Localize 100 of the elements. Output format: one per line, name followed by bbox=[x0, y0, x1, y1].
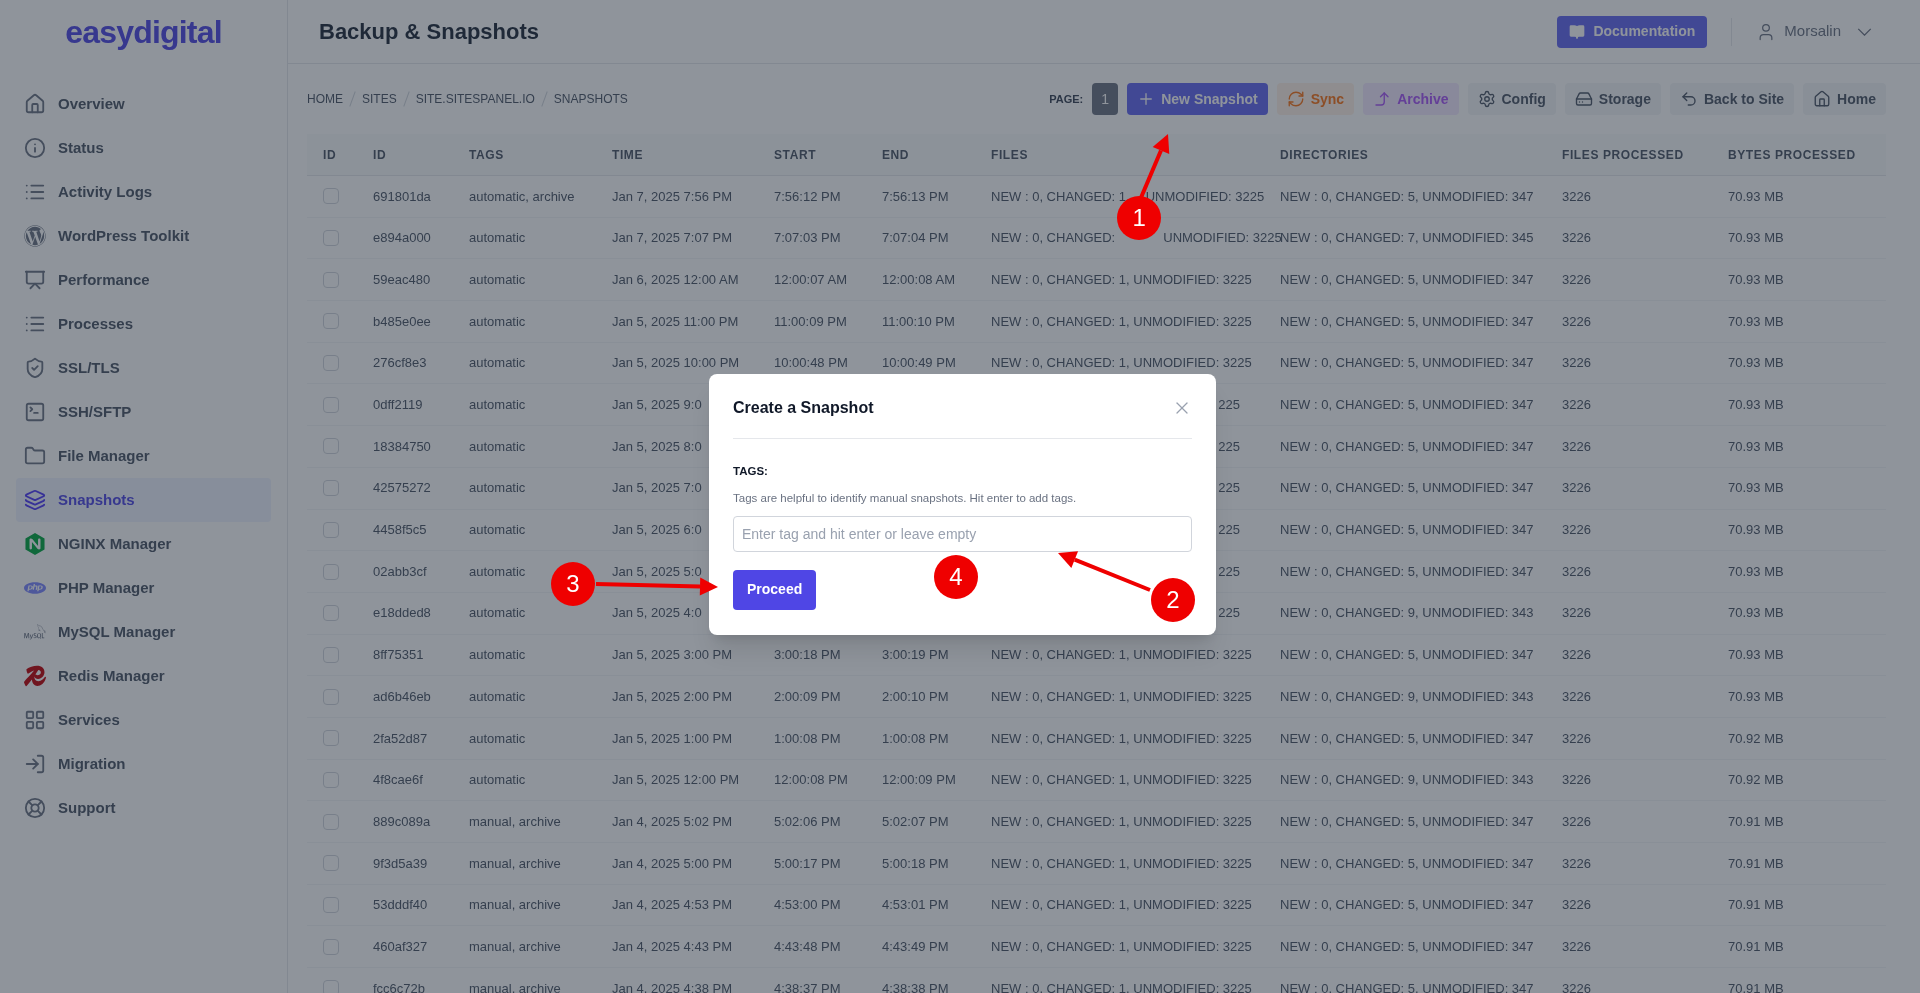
nav-item[interactable]: PHP Manager bbox=[16, 566, 271, 610]
nav-item[interactable]: NGINX Manager bbox=[16, 522, 271, 566]
table-cell: 12:00:08 PM bbox=[774, 772, 848, 788]
table-cell: 12:00:07 AM bbox=[774, 271, 847, 287]
toolbar-button[interactable]: Archive bbox=[1363, 83, 1459, 115]
table-cell-text: NEW : 0, CHANGED: 5, UNMODIFIED: 347 bbox=[1280, 812, 1534, 831]
toolbar-button[interactable]: Sync bbox=[1276, 83, 1355, 115]
dialog-title: Create a Snapshot bbox=[733, 398, 874, 418]
table-cell-text: 3226 bbox=[1562, 812, 1591, 831]
table-cell-text: 70.93 MB bbox=[1728, 521, 1784, 540]
table-cell-text: 0dff2119 bbox=[373, 396, 423, 415]
nav-item[interactable]: Migration bbox=[16, 742, 271, 786]
nav-item[interactable]: Activity Logs bbox=[16, 170, 271, 214]
table-cell-text: NEW : 0, CHANGED: 5, UNMODIFIED: 347 bbox=[1280, 937, 1534, 956]
table-cell-text: 8ff75351 bbox=[373, 646, 424, 665]
nav-item[interactable]: Status bbox=[16, 126, 271, 170]
nav-item[interactable]: SSH/SFTP bbox=[16, 390, 271, 434]
nav-item[interactable]: Redis Manager bbox=[16, 654, 271, 698]
table-cell-text: 59eac480 bbox=[373, 270, 431, 289]
toolbar-button[interactable]: Storage bbox=[1564, 83, 1661, 115]
nav-item[interactable]: Overview bbox=[16, 82, 271, 126]
table-cell-text: automatic bbox=[469, 687, 526, 706]
nav-item[interactable]: SSL/TLS bbox=[16, 346, 271, 390]
tag-input[interactable]: Enter tag and hit enter or leave empty bbox=[733, 515, 1192, 552]
nav-item[interactable]: Support bbox=[16, 786, 271, 830]
proceed-button[interactable]: Proceed bbox=[733, 569, 817, 610]
table-cell-text: automatic bbox=[469, 646, 526, 665]
table-cell-text: Jan 6, 2025 12:00 AM bbox=[612, 270, 739, 289]
shield-icon bbox=[24, 357, 46, 379]
table-cell-text: 70.93 MB bbox=[1728, 354, 1784, 373]
table-cell-text: Jan 5, 2025 5:0 bbox=[612, 562, 702, 581]
page-title: Backup & Snapshots bbox=[319, 18, 540, 46]
toolbar-button[interactable]: Config bbox=[1467, 83, 1556, 115]
table-cell-text: NEW : 0, CHANGED: 5, UNMODIFIED: 347 bbox=[1280, 396, 1534, 415]
table-cell-text: Jan 4, 2025 4:53 PM bbox=[612, 896, 732, 915]
table-cell-text: automatic bbox=[469, 479, 526, 498]
user-menu[interactable]: Morsalin bbox=[1756, 20, 1872, 43]
nav-item[interactable]: Snapshots bbox=[16, 478, 271, 522]
nav-item[interactable]: Processes bbox=[16, 302, 271, 346]
table-cell-text: 3226 bbox=[1562, 562, 1591, 581]
table-cell: 3:00:19 PM bbox=[882, 647, 949, 663]
enter-icon bbox=[24, 753, 46, 775]
table-cell-text: 70.93 MB bbox=[1728, 479, 1784, 498]
nav-item[interactable]: File Manager bbox=[16, 434, 271, 478]
table-cell-text: 3226 bbox=[1562, 646, 1591, 665]
hexagon-n-icon bbox=[24, 533, 46, 555]
table-cell-text: NEW : 0, CHANGED: 1, UNMODIFIED: 3225 bbox=[991, 729, 1252, 748]
table-cell-text: 70.93 MB bbox=[1728, 562, 1784, 581]
table-cell-text: NEW : 0, CHANGED: 5, UNMODIFIED: 347 bbox=[1280, 854, 1534, 873]
table-cell-text: 70.93 MB bbox=[1728, 312, 1784, 331]
table-cell-text: automatic, archive bbox=[469, 187, 575, 206]
nav-item[interactable]: WordPress Toolkit bbox=[16, 214, 271, 258]
page-number: 1 bbox=[1092, 83, 1119, 115]
table-cell-text: 691801da bbox=[373, 187, 431, 206]
table-cell-text: NEW : 0, CHANGED: 5, UNMODIFIED: 347 bbox=[1280, 521, 1534, 540]
documentation-button[interactable]: Documentation bbox=[1557, 15, 1708, 48]
table-cell-text: Jan 5, 2025 3:00 PM bbox=[612, 646, 732, 665]
table-cell-text: 70.93 MB bbox=[1728, 437, 1784, 456]
table-cell-text: 70.92 MB bbox=[1728, 771, 1784, 790]
table-cell-text: Jan 4, 2025 4:43 PM bbox=[612, 937, 732, 956]
step-number-marker: 3 bbox=[551, 562, 595, 606]
table-cell-text: e894a000 bbox=[373, 229, 431, 248]
table-cell-text: 70.92 MB bbox=[1728, 729, 1784, 748]
table-cell: 10:00:48 PM bbox=[774, 355, 848, 371]
table-cell-text: NEW : 0, CHANGED: 5, UNMODIFIED: 347 bbox=[1280, 187, 1534, 206]
table-cell-text: NEW : 0, CHANGED: 5, UNMODIFIED: 347 bbox=[1280, 479, 1534, 498]
toolbar-button[interactable]: Back to Site bbox=[1669, 83, 1795, 115]
refresh-icon bbox=[1286, 90, 1305, 108]
breadcrumb-link[interactable]: SNAPSHOTS bbox=[553, 90, 628, 108]
table-cell-text: 4f8cae6f bbox=[373, 771, 423, 790]
breadcrumb-link[interactable]: SITES bbox=[362, 90, 397, 108]
column-header: TAGS bbox=[469, 146, 505, 164]
table-cell-text: NEW : 0, CHANGED: 1, UNMODIFIED: 3225 bbox=[991, 771, 1252, 790]
breadcrumb-link[interactable]: SITE.SITESPANEL.IO bbox=[415, 90, 535, 108]
nav-item[interactable]: Performance bbox=[16, 258, 271, 302]
breadcrumb-link[interactable]: HOME bbox=[307, 90, 343, 108]
nav-item[interactable]: Services bbox=[16, 698, 271, 742]
table-cell-text: automatic bbox=[469, 229, 526, 248]
arrow-up-icon bbox=[1373, 90, 1392, 108]
table-cell-text: Jan 4, 2025 5:00 PM bbox=[612, 854, 732, 873]
table-cell-text: 3226 bbox=[1562, 604, 1591, 623]
folder-icon bbox=[24, 445, 46, 467]
table-cell-text: Jan 5, 2025 7:0 bbox=[612, 479, 702, 498]
toolbar-button[interactable]: Home bbox=[1803, 83, 1886, 115]
table-cell-text: manual, archive bbox=[469, 812, 561, 831]
table-cell-text: automatic bbox=[469, 562, 526, 581]
toolbar-button[interactable]: New Snapshot bbox=[1127, 83, 1268, 115]
table-cell-text: 9f3d5a39 bbox=[373, 854, 428, 873]
nav-item[interactable]: MySQL Manager bbox=[16, 610, 271, 654]
column-header: ID bbox=[373, 146, 388, 164]
table-cell: 4:53:01 PM bbox=[882, 897, 949, 913]
table-cell-text: ad6b46eb bbox=[373, 687, 431, 706]
house-icon bbox=[1813, 90, 1832, 108]
table-cell-text: UNMODIFIED: 3225 bbox=[1163, 229, 1282, 248]
table-cell: 5:00:18 PM bbox=[882, 855, 949, 871]
table-cell: 1:00:08 PM bbox=[774, 730, 841, 746]
table-cell-text: manual, archive bbox=[469, 896, 561, 915]
table-cell-text: 889c089a bbox=[373, 812, 431, 831]
table-cell: 12:00:09 PM bbox=[882, 772, 956, 788]
table-cell-text: 70.93 MB bbox=[1728, 687, 1784, 706]
